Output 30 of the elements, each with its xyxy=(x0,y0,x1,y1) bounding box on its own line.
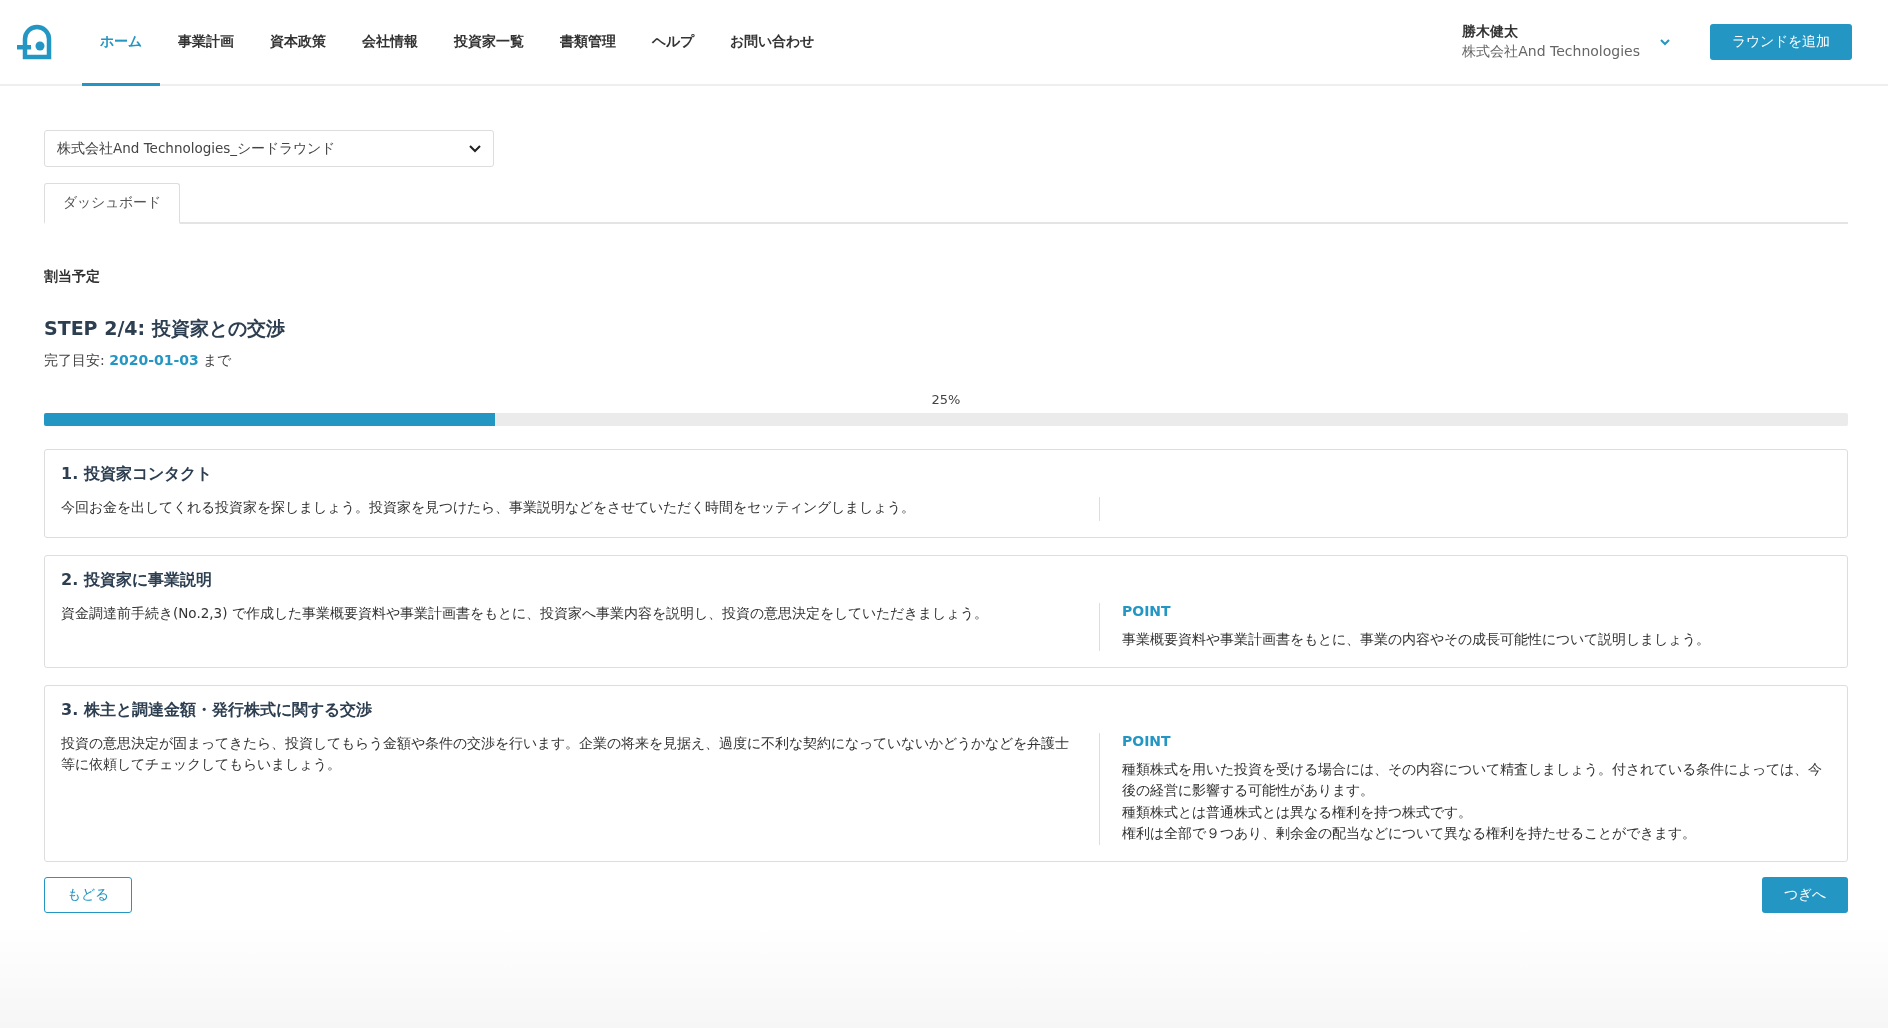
nav-link[interactable]: 投資家一覧 xyxy=(436,0,542,86)
point-text: 事業概要資料や事業計画書をもとに、事業の内容やその成長可能性について説明しましょう。 xyxy=(1122,630,1711,649)
point-label: POINT xyxy=(1122,603,1172,619)
step-title: STEP 2/4: 投資家との交渉 xyxy=(44,316,286,341)
card-description: 投資の意思決定が固まってきたら、投資してもらう金額や条件の交渉を行います。企業の将来を見据え、過度に不利な契約になっていないかどうかなどを弁護士等に依頼してチェックしてもらいましょう。 xyxy=(61,733,1070,775)
point-text: 種類株式とは普通株式とは異なる権利を持つ株式です。 xyxy=(1122,802,1473,822)
card-description: 今回お金を出してくれる投資家を探しましょう。投資家を見つけたら、事業説明などをさせていただく時間をセッティングしましょう。 xyxy=(61,498,916,517)
progress-label: 25% xyxy=(931,392,961,407)
card-title: 2. 投資家に事業説明 xyxy=(61,570,213,591)
nav-link[interactable]: ヘルプ xyxy=(634,0,712,86)
deadline-text: 完了目安: 2020-01-03 まで xyxy=(44,352,233,370)
nav-link[interactable]: 資本政策 xyxy=(252,0,344,86)
nav-link[interactable]: 会社情報 xyxy=(344,0,436,86)
nav-link[interactable]: お問い合わせ xyxy=(712,0,832,86)
point-text: 権利は全部で９つあり、剰余金の配当などについて異なる権利を持たせることができます。 xyxy=(1122,824,1697,844)
card-title: 1. 投資家コンタクト xyxy=(61,464,213,485)
nav-link[interactable]: 事業計画 xyxy=(160,0,252,86)
user-name: 勝木健太 xyxy=(1462,23,1520,41)
company-name: 株式会社And Technologies xyxy=(1462,43,1640,61)
nav-link[interactable]: 書類管理 xyxy=(542,0,634,86)
point-text: 種類株式を用いた投資を受ける場合には、その内容について精査しましょう。付されている条件によっては、今後の経営に影響する可能性があります。 xyxy=(1122,759,1823,801)
section-label: 割当予定 xyxy=(44,268,101,286)
back-button[interactable]: もどる xyxy=(44,876,132,913)
round-select[interactable]: 株式会社And Technologies_シードラウンド xyxy=(44,130,494,167)
tab[interactable]: ダッシュボード xyxy=(44,183,180,224)
chevron-down-icon[interactable] xyxy=(1660,38,1670,46)
card-description: 資金調達前手続き(No.2,3) で作成した事業概要資料や事業計画書をもとに、投資家へ事業内容を説明し、投資の意思決定をしていただきましょう。 xyxy=(61,604,989,623)
card-title: 3. 株主と調達金額・発行株式に関する交渉 xyxy=(61,699,373,721)
chevron-down-icon xyxy=(469,144,481,153)
point-label: POINT xyxy=(1122,732,1172,749)
